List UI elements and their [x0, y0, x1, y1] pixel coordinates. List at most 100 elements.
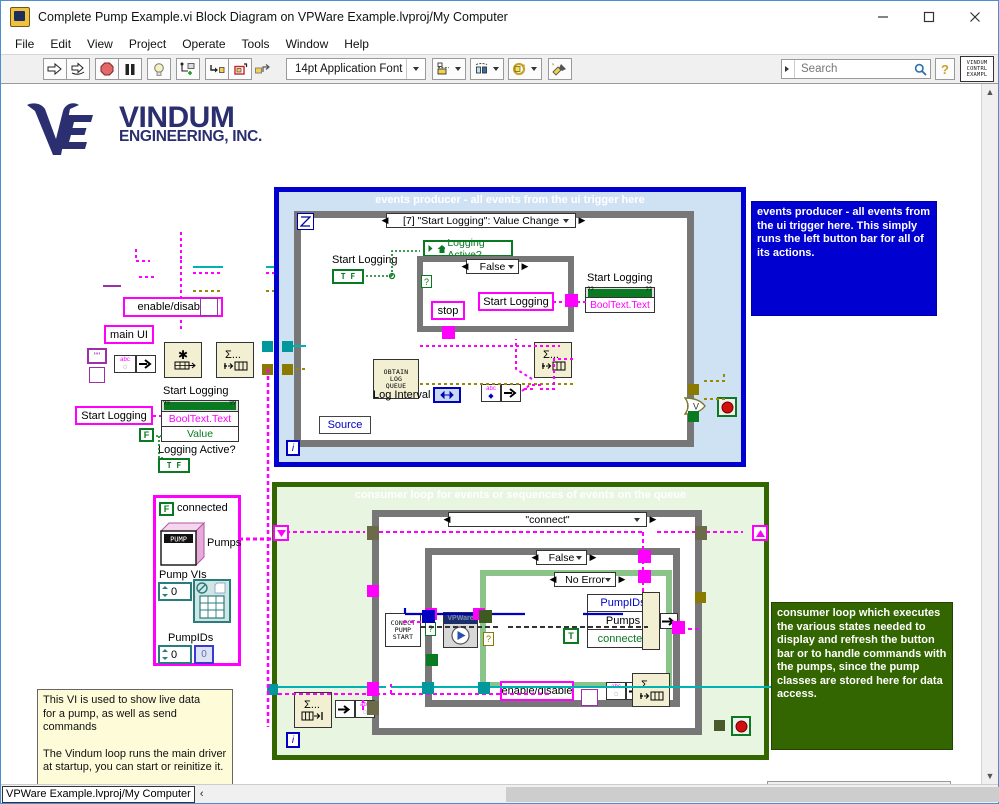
- scroll-down-icon[interactable]: ▼: [986, 768, 995, 784]
- horizontal-scroll-thumb[interactable]: [505, 786, 999, 802]
- connect-case-tunnel-yellow[interactable]: [695, 592, 706, 603]
- menu-tools[interactable]: Tools: [234, 35, 278, 53]
- align-objects-button[interactable]: [432, 58, 466, 80]
- run-button[interactable]: [43, 58, 67, 80]
- consumer-shift-register-right[interactable]: [752, 525, 768, 541]
- events-loop-edge-cyan[interactable]: [262, 341, 273, 352]
- enable-disable-value-box[interactable]: [200, 298, 218, 316]
- events-tunnel-cyan-left[interactable]: [282, 341, 293, 352]
- events-loop-iterator[interactable]: i: [286, 440, 300, 456]
- pause-button[interactable]: [118, 58, 142, 80]
- search-box[interactable]: Search: [781, 59, 931, 79]
- block-diagram-canvas[interactable]: VINDUM ENGINEERING, INC. enable/disable: [1, 84, 981, 784]
- bundle-by-name-vi[interactable]: ✱: [164, 342, 202, 378]
- note-data-logging: Data logging is its own process for easy…: [767, 781, 951, 784]
- vi-refnum-array[interactable]: [193, 579, 231, 623]
- search-icon[interactable]: [910, 63, 930, 76]
- app-icon: [10, 6, 30, 27]
- connect-case-tunnel-left[interactable]: [367, 526, 379, 540]
- case-selector-terminal[interactable]: ?: [421, 275, 432, 288]
- enqueue-element-vi[interactable]: Σ...: [216, 342, 254, 378]
- stop-string-constant[interactable]: stop: [431, 301, 465, 320]
- start-logging-case-constant[interactable]: Start Logging: [478, 292, 554, 311]
- false-case-tunnel-top[interactable]: [638, 550, 651, 563]
- property-node-header: ?? ??: [161, 400, 239, 412]
- step-over-button[interactable]: [228, 58, 252, 80]
- start-logging-bool-terminal[interactable]: T F: [332, 269, 364, 284]
- blue-wire-junction-1[interactable]: [422, 610, 435, 623]
- menu-window[interactable]: Window: [278, 35, 337, 53]
- events-tunnel-yellow-right[interactable]: [688, 384, 699, 395]
- main-ui-constant[interactable]: main UI: [104, 325, 154, 344]
- highlight-execution-button[interactable]: [147, 58, 171, 80]
- pumpids-array-element[interactable]: 0: [194, 645, 214, 664]
- cleanup-diagram-button[interactable]: [548, 58, 572, 80]
- concat-string-node[interactable]: abc ◌: [114, 355, 136, 373]
- event-timeout-terminal[interactable]: [297, 213, 314, 230]
- scroll-up-icon[interactable]: ▲: [986, 84, 995, 100]
- noerror-case-tunnel-right[interactable]: [672, 621, 685, 634]
- event-case-selector[interactable]: [7] "Start Logging": Value Change: [386, 213, 576, 228]
- step-out-button[interactable]: [251, 58, 275, 80]
- inner-case-selector[interactable]: False: [466, 259, 519, 274]
- reorder-objects-button[interactable]: [508, 58, 542, 80]
- menu-file[interactable]: File: [7, 35, 42, 53]
- connect-case-tunnel-right[interactable]: [695, 526, 707, 540]
- main-ui-label: main UI: [110, 328, 148, 341]
- menu-operate[interactable]: Operate: [174, 35, 233, 53]
- search-scope-icon[interactable]: [782, 60, 795, 78]
- step-into-button[interactable]: [205, 58, 229, 80]
- font-selector[interactable]: 14pt Application Font: [286, 58, 426, 80]
- menu-project[interactable]: Project: [121, 35, 174, 53]
- connect-vi-green-tunnel[interactable]: [426, 654, 438, 666]
- note-yellow-l1: This VI is used to show live data: [43, 694, 201, 706]
- horizontal-scrollbar[interactable]: [209, 786, 999, 802]
- retain-wire-values-button[interactable]: [176, 58, 200, 80]
- green-wire-junction-1[interactable]: [479, 610, 492, 623]
- abort-execution-button[interactable]: [95, 58, 119, 80]
- start-logging-case-label: Start Logging: [483, 295, 549, 308]
- false-case-tunnel-noerr[interactable]: [638, 570, 651, 583]
- bundle-arrow-node[interactable]: [136, 355, 156, 373]
- context-help-button[interactable]: ?: [935, 58, 955, 80]
- events-tunnel-green-right[interactable]: [688, 411, 699, 422]
- maximize-button[interactable]: [906, 1, 952, 32]
- search-input[interactable]: Search: [795, 63, 910, 75]
- string-indicator-box[interactable]: [89, 367, 105, 383]
- pumpids-value-2: 0: [201, 649, 207, 660]
- run-continuously-button[interactable]: [66, 58, 90, 80]
- distribute-objects-button[interactable]: [470, 58, 504, 80]
- pump-vis-numeric[interactable]: 0: [158, 582, 192, 601]
- event-case-next[interactable]: ▶: [576, 214, 588, 227]
- pump-class-icon[interactable]: PUMP: [159, 521, 209, 567]
- events-tunnel-yellow-left[interactable]: [282, 364, 293, 375]
- case-tunnel-cyan-mid[interactable]: [422, 682, 434, 694]
- pumpids-numeric[interactable]: 0: [158, 645, 192, 664]
- enable-disable-label: enable/disable: [137, 301, 209, 313]
- empty-string-value: "": [93, 351, 101, 361]
- start-logging-bool-label: T F: [340, 272, 356, 281]
- inner-case-next[interactable]: ▶: [519, 260, 531, 273]
- status-collapse-arrow[interactable]: ‹: [200, 788, 204, 800]
- start-logging-string-constant[interactable]: Start Logging: [75, 406, 153, 425]
- minimize-button[interactable]: [860, 1, 906, 32]
- start-logging-right-title: Start Logging: [587, 272, 653, 284]
- connect-case-tunnel-pink[interactable]: [367, 585, 379, 597]
- case-tunnel-cyan-mid2[interactable]: [478, 682, 490, 694]
- case-tunnel-olive-left[interactable]: [367, 701, 379, 715]
- logging-active-local-variable[interactable]: Logging Active?: [423, 237, 513, 261]
- event-case-prev[interactable]: ◀: [379, 214, 391, 227]
- status-project-path[interactable]: VPWare Example.lvproj/My Computer: [2, 785, 195, 803]
- empty-string-constant[interactable]: "": [87, 348, 107, 364]
- inner-case-prev[interactable]: ◀: [459, 260, 471, 273]
- menu-view[interactable]: View: [79, 35, 121, 53]
- start-logging-booltext-row[interactable]: BoolText.Text: [585, 298, 655, 313]
- menu-help[interactable]: Help: [336, 35, 377, 53]
- close-button[interactable]: [952, 1, 998, 32]
- menu-edit[interactable]: Edit: [42, 35, 79, 53]
- case-tunnel-bottom[interactable]: [442, 326, 455, 339]
- connected-false-constant[interactable]: F: [159, 502, 174, 516]
- vertical-scrollbar[interactable]: ▲ ▼: [981, 84, 998, 784]
- start-logging-prop-title: Start Logging: [163, 385, 229, 397]
- note-consumer-loop: consumer loop which executes the various…: [771, 602, 953, 750]
